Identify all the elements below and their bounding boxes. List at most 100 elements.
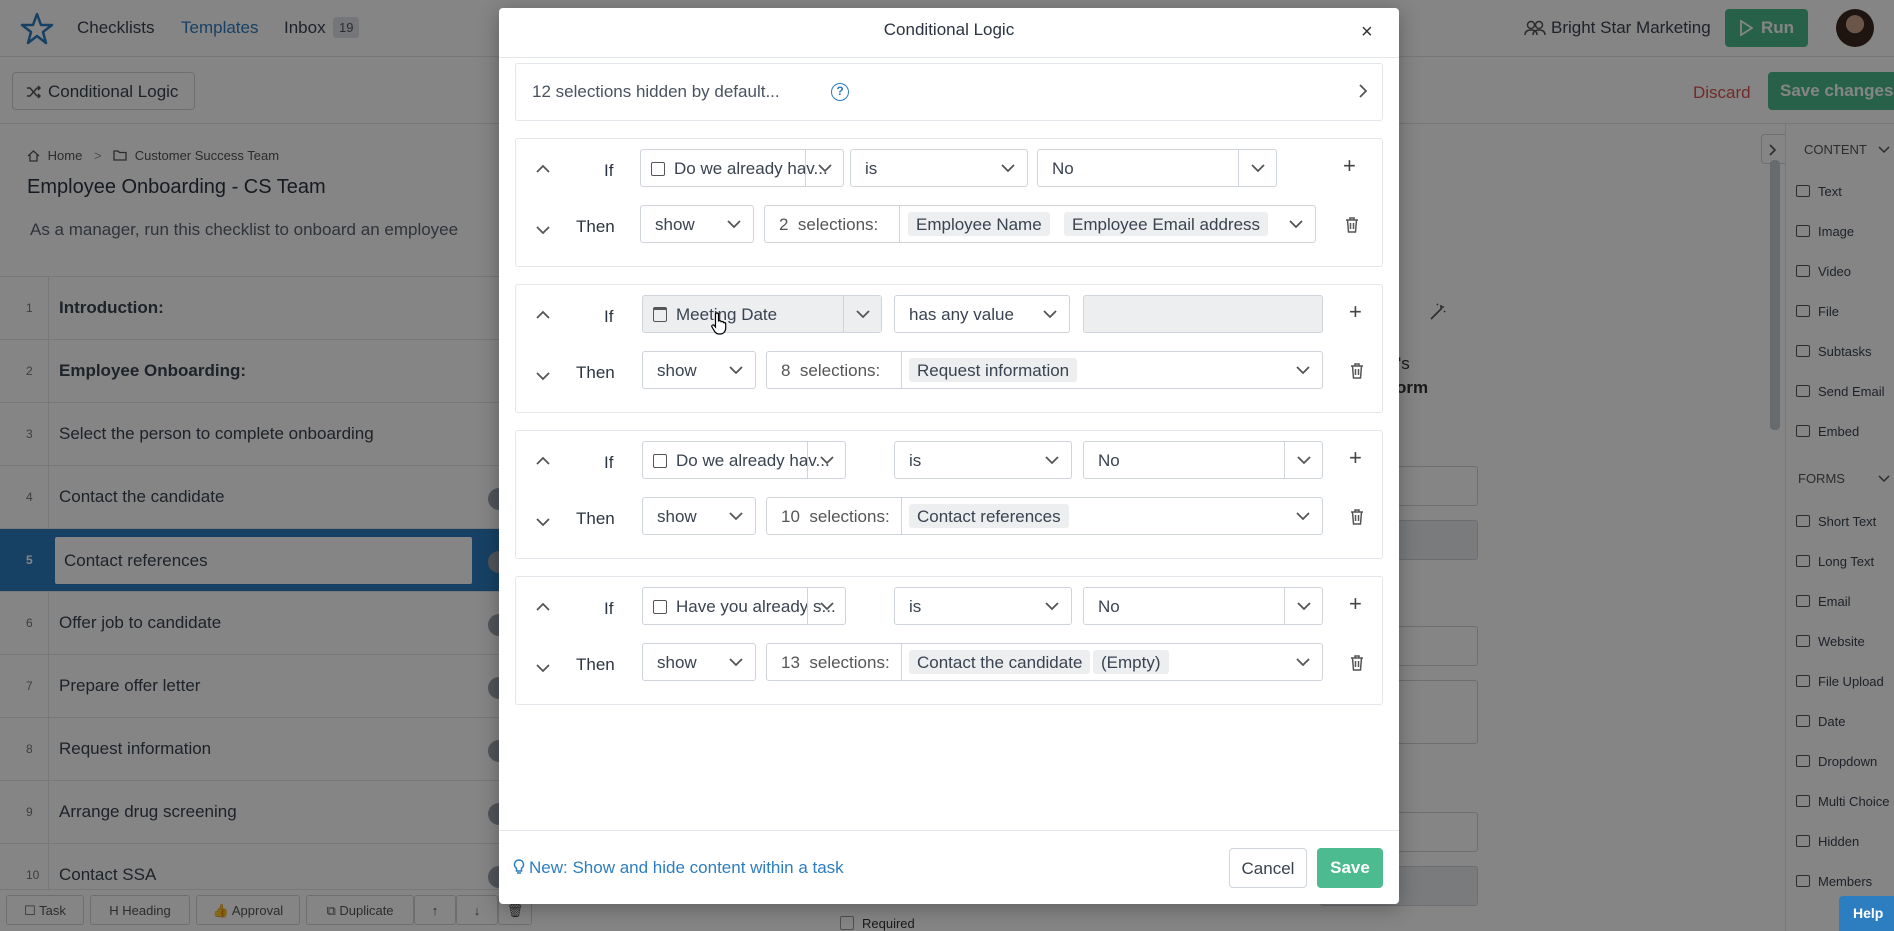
new-feature-tip-link[interactable]: New: Show and hide content within a task [529, 858, 844, 878]
chevron-down-icon [820, 602, 834, 611]
calendar-icon [653, 307, 667, 322]
if-label: If [604, 599, 614, 618]
condition-field-select[interactable]: Meeting Date [642, 295, 882, 333]
add-condition-button[interactable]: + [1349, 299, 1362, 325]
dropdown-toggle[interactable] [843, 296, 881, 332]
chevron-up-icon[interactable] [536, 310, 550, 319]
operator-select[interactable]: has any value [894, 295, 1070, 333]
chevron-down-icon[interactable] [536, 518, 550, 527]
dropdown-toggle[interactable] [1284, 442, 1322, 478]
operator-select[interactable]: is [894, 441, 1072, 479]
dropdown-toggle[interactable] [807, 442, 845, 478]
condition-value: No [1098, 451, 1120, 470]
selection-count: 8 selections: [781, 361, 881, 380]
chevron-right-icon [1359, 84, 1368, 98]
modal-title: Conditional Logic [883, 20, 1015, 39]
action-select[interactable]: show [640, 205, 754, 243]
add-condition-button[interactable]: + [1349, 591, 1362, 617]
operator-value: is [909, 597, 922, 616]
target-selections-select[interactable]: 13 selections: Contact the candidate (Em… [766, 643, 1323, 681]
target-selections-select[interactable]: 2 selections: Employee Name Employee Ema… [764, 205, 1316, 243]
condition-field-select[interactable]: Do we already hav... [640, 149, 844, 187]
selection-chip[interactable]: Request information [909, 358, 1078, 382]
chevron-down-icon [1296, 658, 1310, 667]
chevron-down-icon [1043, 310, 1057, 319]
trash-icon[interactable] [1350, 655, 1364, 671]
chevron-up-icon[interactable] [536, 164, 550, 173]
conditional-logic-modal: Conditional Logic × 12 selections hidden… [499, 8, 1399, 904]
selection-chip[interactable]: Contact references [909, 504, 1069, 528]
operator-value: is [909, 451, 922, 470]
chevron-down-icon [1296, 512, 1310, 521]
help-circle-icon[interactable]: ? [831, 83, 849, 101]
chevron-up-icon[interactable] [536, 602, 550, 611]
logic-rule: If Do we already hav... is No + Then sho… [515, 430, 1383, 559]
action-select[interactable]: show [642, 351, 756, 389]
condition-value-select[interactable]: No [1083, 441, 1323, 479]
action-value: show [657, 361, 697, 380]
dropdown-toggle[interactable] [1284, 588, 1322, 624]
modal-footer: New: Show and hide content within a task… [499, 830, 1399, 904]
then-label: Then [576, 509, 615, 528]
divider [901, 644, 902, 680]
action-select[interactable]: show [642, 643, 756, 681]
divider [901, 352, 902, 388]
condition-field-select[interactable]: Have you already s... [642, 587, 846, 625]
hidden-selections-text: 12 selections hidden by default... [532, 82, 780, 101]
divider [901, 498, 902, 534]
close-icon[interactable]: × [1361, 21, 1373, 44]
hand-cursor-icon [711, 312, 727, 335]
selection-count: 10 selections: [781, 507, 890, 526]
selection-chip[interactable]: Employee Email address [1064, 212, 1269, 236]
if-label: If [604, 307, 614, 326]
chevron-down-icon[interactable] [536, 664, 550, 673]
if-label: If [604, 453, 614, 472]
selection-count: 13 selections: [781, 653, 890, 672]
dropdown-toggle[interactable] [1238, 150, 1276, 186]
selection-chip[interactable]: Employee Name [908, 212, 1050, 236]
help-button[interactable]: Help [1839, 896, 1894, 931]
dropdown-toggle[interactable] [807, 588, 845, 624]
checkbox-icon [653, 454, 667, 468]
chevron-down-icon [729, 658, 743, 667]
target-selections-select[interactable]: 10 selections: Contact references [766, 497, 1323, 535]
action-value: show [657, 507, 697, 526]
if-label: If [604, 161, 614, 180]
then-label: Then [576, 363, 615, 382]
logic-rule: If Meeting Date has any value + Then sho… [515, 284, 1383, 413]
condition-value-input [1083, 295, 1323, 333]
condition-value-select[interactable]: No [1083, 587, 1323, 625]
chevron-down-icon [1297, 602, 1311, 611]
chevron-down-icon[interactable] [536, 372, 550, 381]
trash-icon[interactable] [1345, 217, 1359, 233]
trash-icon[interactable] [1350, 509, 1364, 525]
operator-select[interactable]: is [894, 587, 1072, 625]
logic-rule: If Have you already s... is No + Then sh… [515, 576, 1383, 705]
dropdown-toggle[interactable] [805, 150, 843, 186]
save-button[interactable]: Save [1317, 848, 1383, 888]
hidden-selections-panel[interactable]: 12 selections hidden by default... ? [515, 63, 1383, 121]
cancel-button[interactable]: Cancel [1229, 848, 1307, 888]
operator-value: is [865, 159, 878, 178]
selection-chip[interactable]: Contact the candidate [909, 650, 1091, 674]
action-select[interactable]: show [642, 497, 756, 535]
chevron-down-icon [1251, 164, 1265, 173]
operator-value: has any value [909, 305, 1014, 324]
chevron-down-icon[interactable] [536, 226, 550, 235]
chevron-down-icon [1045, 602, 1059, 611]
add-condition-button[interactable]: + [1343, 153, 1356, 179]
operator-select[interactable]: is [850, 149, 1028, 187]
selection-chip[interactable]: (Empty) [1093, 650, 1169, 674]
condition-value-select[interactable]: No [1037, 149, 1277, 187]
add-condition-button[interactable]: + [1349, 445, 1362, 471]
trash-icon[interactable] [1350, 363, 1364, 379]
lightbulb-icon [513, 859, 525, 874]
condition-field-select[interactable]: Do we already hav... [642, 441, 846, 479]
target-selections-select[interactable]: 8 selections: Request information [766, 351, 1323, 389]
chevron-up-icon[interactable] [536, 456, 550, 465]
chevron-down-icon [727, 220, 741, 229]
chevron-down-icon [1289, 220, 1303, 229]
selection-count: 2 selections: [779, 215, 879, 234]
chevron-down-icon [856, 310, 870, 319]
condition-value: No [1098, 597, 1120, 616]
